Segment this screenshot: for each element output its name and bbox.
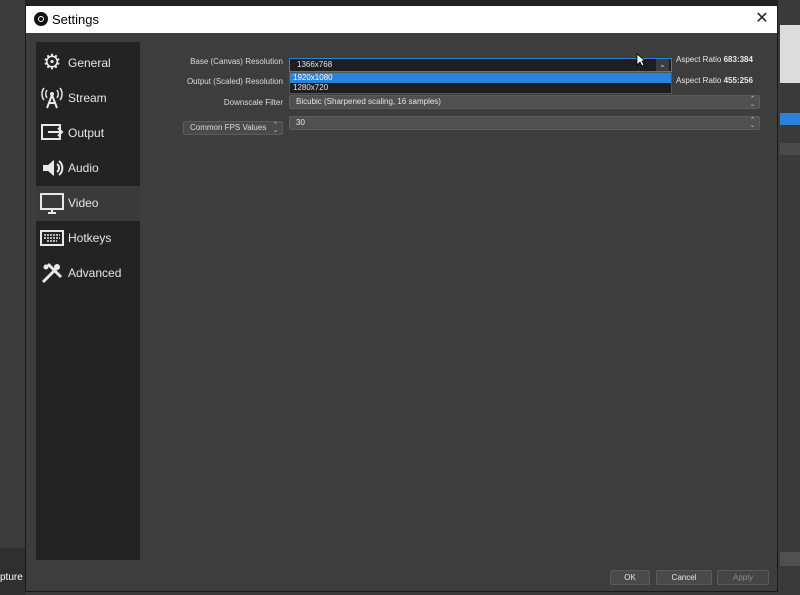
base-aspect-ratio: Aspect Ratio 683:384 — [676, 55, 753, 64]
sidebar-item-label: Stream — [68, 91, 107, 105]
background-selected-row — [780, 113, 800, 125]
sidebar-item-audio[interactable]: Audio — [36, 151, 140, 186]
output-aspect-ratio: Aspect Ratio 455:256 — [676, 76, 753, 85]
base-resolution-combo[interactable]: 1366x768 — [289, 58, 672, 72]
sidebar-item-label: Output — [68, 126, 105, 140]
sidebar-item-stream[interactable]: Stream — [36, 81, 140, 116]
background-bottom-left: pture — [0, 548, 25, 595]
background-capture-label: pture — [0, 572, 23, 583]
mouse-pointer-icon — [636, 53, 646, 67]
output-resolution-label: Output (Scaled) Resolution — [186, 77, 283, 86]
output-icon — [40, 121, 64, 145]
wrench-icon — [40, 261, 64, 285]
sidebar-item-label: Video — [68, 196, 99, 210]
sidebar-item-advanced[interactable]: Advanced — [36, 256, 140, 291]
fps-value: 30 — [296, 118, 305, 127]
gear-icon: ⚙ — [42, 51, 62, 74]
settings-sidebar: ⚙ General Stream Output Audio Video Hotk… — [36, 42, 140, 560]
updown-arrows-icon: ⌃ ⌄ — [749, 117, 756, 129]
sidebar-item-output[interactable]: Output — [36, 116, 140, 151]
updown-arrows-icon: ⌃ ⌄ — [749, 96, 756, 108]
background-right-panel — [778, 0, 800, 595]
background-panel-block — [780, 25, 800, 83]
base-resolution-label: Base (Canvas) Resolution — [190, 57, 283, 66]
fps-value-select[interactable]: 30 ⌃ ⌄ — [289, 116, 760, 130]
dropdown-option[interactable]: 1920x1080 — [290, 73, 671, 83]
obs-logo-icon — [34, 12, 48, 26]
background-button — [780, 552, 800, 566]
speaker-icon — [40, 156, 64, 180]
base-aspect-label: Aspect Ratio — [676, 55, 722, 64]
output-aspect-value: 455:256 — [723, 76, 753, 85]
sidebar-item-label: General — [68, 56, 111, 70]
resolution-dropdown-list: 1920x1080 1280x720 — [289, 72, 672, 94]
downscale-filter-value: Bicubic (Sharpened scaling, 16 samples) — [296, 97, 441, 106]
sidebar-item-label: Audio — [68, 161, 99, 175]
sidebar-item-video[interactable]: Video — [36, 186, 140, 221]
settings-window: Settings ✕ ⚙ General Stream Output Audio — [25, 5, 778, 592]
sidebar-item-general[interactable]: ⚙ General — [36, 46, 140, 81]
sidebar-item-hotkeys[interactable]: Hotkeys — [36, 221, 140, 256]
fps-type-select[interactable]: Common FPS Values ⌃ ⌄ — [183, 121, 283, 135]
downscale-filter-select[interactable]: Bicubic (Sharpened scaling, 16 samples) … — [289, 95, 760, 109]
sidebar-item-label: Hotkeys — [68, 231, 112, 245]
updown-arrows-icon: ⌃ ⌄ — [272, 122, 279, 134]
ok-button[interactable]: OK — [610, 570, 650, 585]
title-bar: Settings ✕ — [26, 6, 777, 33]
keyboard-icon — [40, 226, 64, 250]
sidebar-item-label: Advanced — [68, 266, 122, 280]
fps-type-label: Common FPS Values — [190, 123, 267, 132]
window-title: Settings — [52, 12, 99, 27]
dropdown-option[interactable]: 1280x720 — [290, 83, 671, 93]
chevron-down-icon[interactable]: ⌄ — [656, 59, 669, 71]
background-left-panel — [0, 0, 25, 595]
background-row — [780, 143, 800, 155]
apply-button[interactable]: Apply — [717, 570, 769, 585]
broadcast-icon — [40, 86, 64, 110]
close-button[interactable]: ✕ — [750, 8, 774, 30]
cancel-button[interactable]: Cancel — [656, 570, 712, 585]
downscale-filter-label: Downscale Filter — [223, 98, 283, 107]
base-resolution-value: 1366x768 — [297, 60, 333, 69]
output-aspect-label: Aspect Ratio — [676, 76, 722, 85]
monitor-icon — [40, 191, 64, 215]
base-aspect-value: 683:384 — [723, 55, 753, 64]
